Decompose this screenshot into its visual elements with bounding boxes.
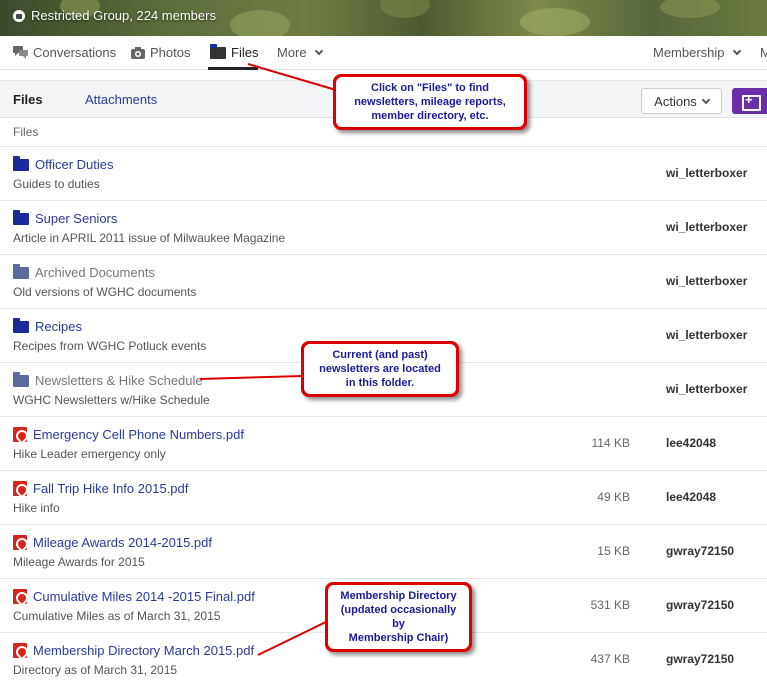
callout-text: in this folder.	[345, 377, 415, 389]
callout-text: Current (and past)	[332, 349, 428, 361]
callout-text: Membership Directory	[340, 590, 457, 602]
callout-text: newsletters, mileage reports,	[354, 96, 506, 108]
callout-files: Click on "Files" to find newsletters, mi…	[333, 74, 527, 130]
callout-newsletters: Current (and past) newsletters are locat…	[301, 341, 459, 397]
callout-text: Click on "Files" to find	[371, 82, 489, 94]
callout-text: member directory, etc.	[371, 110, 489, 122]
callout-text: (updated occasionally by	[340, 604, 457, 630]
callout-text: Membership Chair)	[348, 632, 449, 644]
callout-text: newsletters are located	[319, 363, 441, 375]
callout-membership: Membership Directory (updated occasional…	[325, 582, 472, 652]
